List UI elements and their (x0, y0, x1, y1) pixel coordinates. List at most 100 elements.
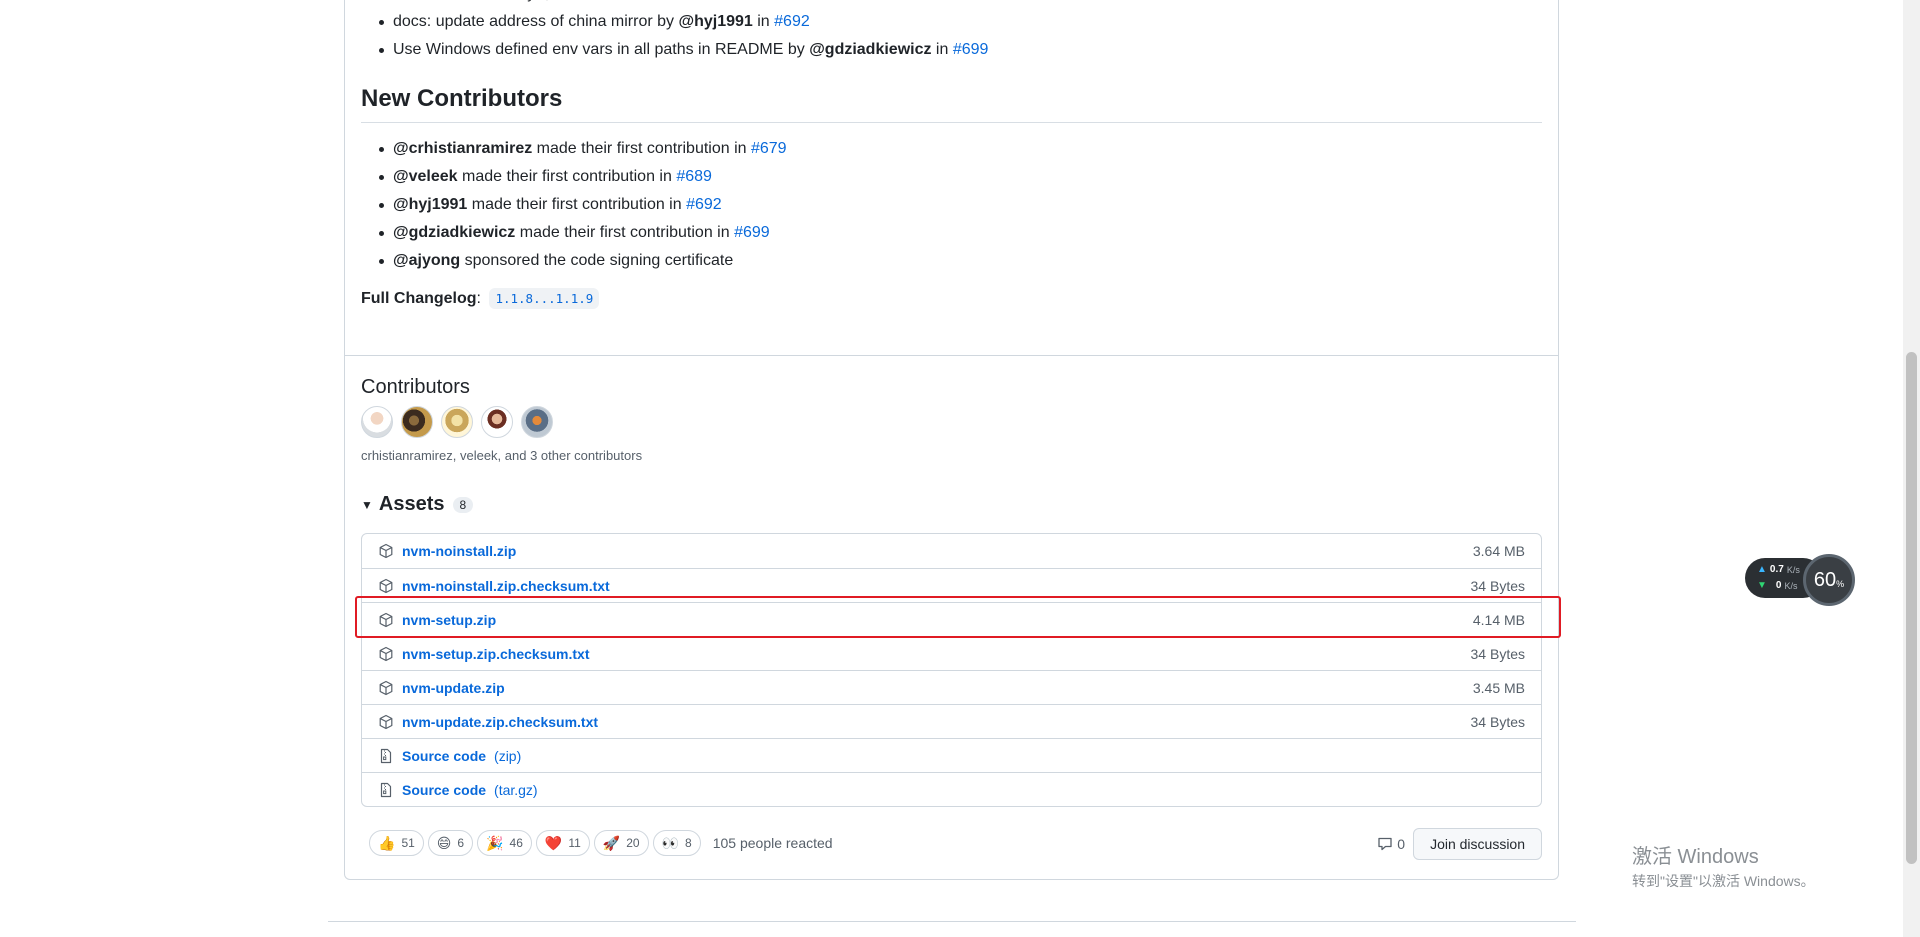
reaction-emoji-icon: ❤️ (544, 835, 563, 851)
pr-link[interactable]: #689 (626, 0, 662, 2)
reaction-button[interactable]: 😄 6 (427, 830, 474, 856)
asset-format[interactable]: (zip) (494, 748, 521, 764)
asset-row: nvm-update.zip 3.45 MB (362, 670, 1541, 704)
reaction-button[interactable]: 👍 51 (369, 830, 424, 856)
reaction-emoji-icon: 😄 (436, 835, 452, 851)
user-mention[interactable]: @crhistianramirez (393, 140, 532, 157)
avatar[interactable] (361, 406, 393, 438)
scrollbar[interactable] (1903, 0, 1920, 937)
asset-link[interactable]: Source code (402, 782, 486, 798)
upload-speed-unit: K/s (1786, 564, 1800, 575)
join-discussion-button[interactable]: Join discussion (1413, 828, 1542, 860)
asset-link[interactable]: nvm-setup.zip.checksum.txt (402, 646, 590, 662)
asset-row: nvm-update.zip.checksum.txt 34 Bytes (362, 704, 1541, 738)
user-mention[interactable]: @gdziadkiewicz (809, 41, 931, 58)
asset-row: Source code (tar.gz) (362, 772, 1541, 806)
asset-link[interactable]: nvm-update.zip (402, 680, 505, 696)
user-mention[interactable]: @hyj1991 (393, 196, 467, 213)
pr-link[interactable]: #699 (953, 41, 989, 58)
user-mention[interactable]: @hyj1991 (678, 13, 752, 30)
item-text: made their first contribution in (515, 224, 735, 241)
asset-link[interactable]: nvm-update.zip.checksum.txt (402, 714, 598, 730)
asset-size: 34 Bytes (1470, 713, 1525, 730)
user-mention[interactable]: @gdziadkiewicz (393, 224, 515, 241)
scrollbar-thumb[interactable] (1906, 352, 1917, 864)
asset-format[interactable]: (tar.gz) (494, 782, 538, 798)
assets-section: ▼ Assets 8 (361, 493, 1542, 516)
list-item: @hyj1991 made their first contribution i… (379, 191, 1542, 219)
user-mention[interactable]: @ajyong (393, 252, 460, 269)
pr-link[interactable]: #692 (774, 13, 810, 30)
asset-row: nvm-setup.zip.checksum.txt 34 Bytes (362, 636, 1541, 670)
footer-divider (328, 921, 1576, 922)
item-text: docs: update address of china mirror by (393, 13, 679, 30)
item-text: made their first contribution in (467, 196, 687, 213)
comment-count[interactable]: 0 (1377, 836, 1405, 852)
network-speed-widget[interactable]: ▲ 0.7 K/s ▼ 0 K/s 60% (1745, 554, 1865, 606)
package-icon (378, 543, 394, 559)
pr-link[interactable]: #699 (734, 224, 770, 241)
reaction-emoji-icon: 🎉 (486, 835, 504, 851)
asset-link[interactable]: nvm-setup.zip (402, 612, 496, 628)
reaction-emoji-icon: 👀 (661, 835, 680, 851)
avatar[interactable] (441, 406, 473, 438)
user-mention[interactable]: @veleek (393, 168, 458, 185)
reaction-button[interactable]: 👀 8 (652, 830, 701, 856)
release-card: Fix readme links. by @veleek in #689 docs… (344, 0, 1559, 880)
assets-list: nvm-noinstall.zip 3.64 MB nvm-noinstall.zi… (361, 533, 1542, 807)
file-zip-icon (378, 782, 394, 798)
avatar[interactable] (521, 406, 553, 438)
reaction-count: 46 (509, 836, 523, 850)
upload-arrow-icon: ▲ (1757, 564, 1767, 575)
list-item: @ajyong sponsored the code signing certi… (379, 247, 1542, 275)
avatar[interactable] (401, 406, 433, 438)
reaction-count: 8 (685, 836, 692, 850)
compare-link[interactable]: 1.1.8...1.1.9 (489, 288, 600, 309)
list-item: @gdziadkiewicz made their first contribu… (379, 219, 1542, 247)
watermark-subtitle: 转到"设置"以激活 Windows。 (1632, 873, 1815, 889)
list-item: Use Windows defined env vars in all path… (379, 36, 1542, 64)
upload-speed: ▲ 0.7 K/s (1757, 564, 1800, 575)
pr-link[interactable]: #679 (751, 140, 787, 157)
pr-link[interactable]: #689 (676, 168, 712, 185)
windows-activation-watermark: 激活 Windows 转到"设置"以激活 Windows。 (1632, 840, 1815, 891)
assets-toggle[interactable]: ▼ Assets 8 (361, 493, 1542, 516)
reactions-bar: 👍 51 😄 6 🎉 46 ❤️ 11 🚀 20 👀 8 105 people reacted (369, 830, 833, 856)
new-contributors-heading: New Contributors (361, 84, 1542, 123)
reaction-button[interactable]: 🎉 46 (477, 830, 532, 856)
avatar[interactable] (481, 406, 513, 438)
contributors-section: Contributors crhistianramirez, veleek, a… (361, 374, 1542, 463)
user-mention[interactable]: @veleek (540, 0, 605, 2)
download-speed: ▼ 0 K/s (1757, 580, 1797, 591)
item-text: Fix readme links. by (393, 0, 540, 2)
pr-link[interactable]: #692 (686, 196, 722, 213)
contributors-summary[interactable]: crhistianramirez, veleek, and 3 other co… (361, 448, 1542, 463)
item-text: sponsored the code signing certificate (460, 252, 734, 269)
item-text: in (604, 0, 625, 2)
new-contributors-section: New Contributors @crhistianramirez made … (361, 84, 1542, 311)
contributors-heading: Contributors (361, 376, 470, 398)
reaction-emoji-icon: 👍 (378, 835, 396, 851)
reaction-button[interactable]: 🚀 20 (593, 830, 649, 856)
reaction-count: 51 (401, 836, 415, 850)
asset-link[interactable]: Source code (402, 748, 486, 764)
item-text: made their first contribution in (532, 140, 751, 157)
asset-row: Source code (zip) (362, 738, 1541, 772)
discussion-area: 0 Join discussion (1377, 828, 1542, 860)
reaction-button[interactable]: ❤️ 11 (535, 830, 590, 856)
download-speed-unit: K/s (1784, 580, 1798, 591)
asset-size: 34 Bytes (1470, 645, 1525, 662)
item-text: in (752, 13, 775, 30)
full-changelog: Full Changelog: 1.1.8...1.1.9 (361, 287, 1542, 311)
asset-size: 4.14 MB (1472, 611, 1525, 628)
item-text: in (931, 41, 953, 58)
item-text: Use Windows defined env vars in all path… (393, 41, 810, 58)
cpu-gauge-unit: % (1836, 579, 1845, 589)
package-icon (378, 578, 394, 594)
full-changelog-label: Full Changelog (361, 290, 477, 307)
asset-link[interactable]: nvm-noinstall.zip.checksum.txt (402, 578, 610, 594)
asset-link[interactable]: nvm-noinstall.zip (402, 543, 516, 559)
full-changelog-colon: : (476, 290, 486, 307)
asset-size: 3.45 MB (1472, 679, 1525, 696)
watermark-title: 激活 Windows (1632, 846, 1759, 868)
